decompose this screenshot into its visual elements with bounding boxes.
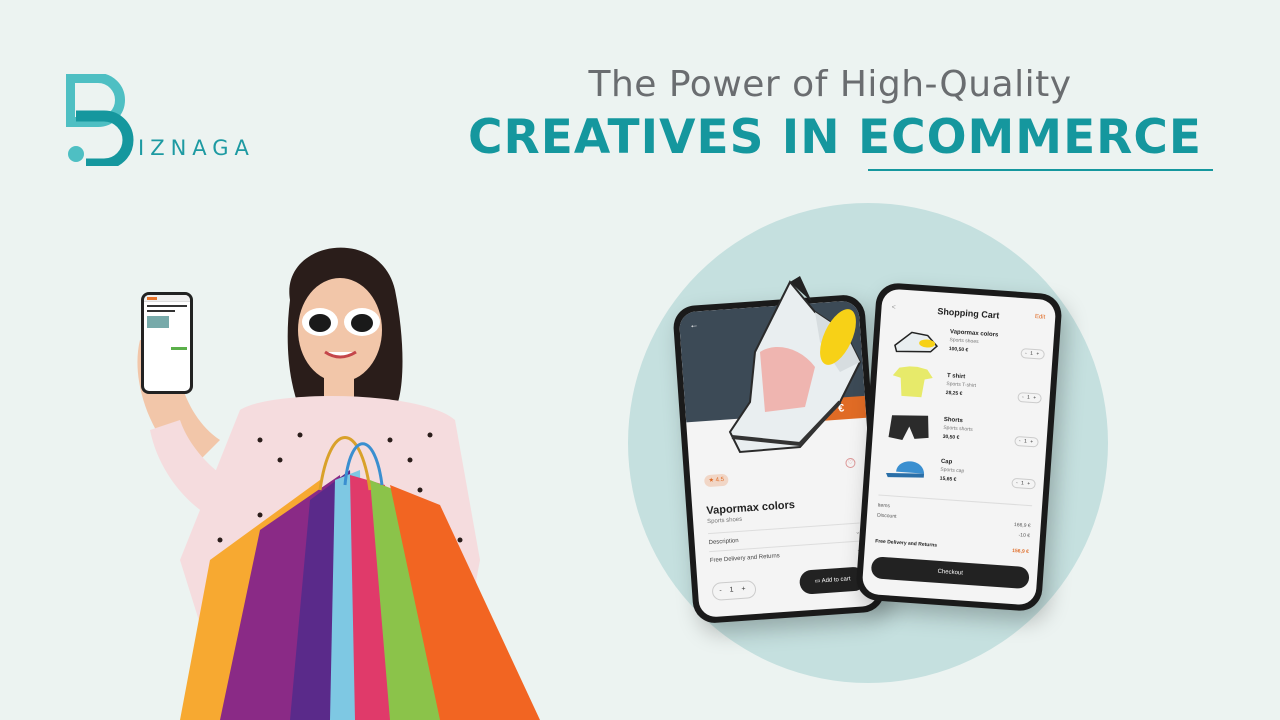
free-delivery-label: Free Delivery and Returns [875,538,938,549]
handheld-phone [141,292,193,394]
sneaker-image [728,276,862,454]
brand-logo: IZNAGA [66,74,266,166]
handheld-phone-text-line [147,310,175,312]
cart-item-image-shorts [888,415,929,441]
cart-title: Shopping Cart [937,306,1000,321]
total-value: 156,9 € [1011,547,1030,556]
handheld-phone-product-image [147,316,169,328]
summary-label: Items [877,502,891,510]
cart-item: Vapormax colors Sports shoes 100,50 € - … [947,329,1046,376]
handheld-phone-buy-button [171,347,187,350]
cart-phone: < Shopping Cart Edit Vapormax colors Spo… [855,281,1063,613]
quantity-stepper[interactable]: - 1 + [1020,348,1045,360]
edit-link[interactable]: Edit [1035,314,1046,321]
headline-subtitle: The Power of High-Quality [588,64,1072,105]
handheld-phone-header [144,295,190,302]
logo-wordmark: IZNAGA [138,136,255,160]
rating-value: 4.5 [715,476,725,484]
add-to-cart-label: Add to cart [821,576,851,585]
cart-item: Shorts Sports shorts 30,50 € - 1 + [941,417,1040,464]
logo-mark [66,74,134,166]
handheld-phone-text-line [147,305,187,307]
star-icon: ★ [708,477,715,484]
card-icon: ▭ [814,578,821,585]
quantity-stepper[interactable]: - 1 + [1011,477,1036,490]
cart-item-image-cap [886,461,925,478]
checkout-button[interactable]: Checkout [870,556,1030,590]
cart-item: T shirt Sports T-shirt 28,25 € - 1 + [944,373,1043,420]
summary-label: Discount [876,512,897,520]
free-delivery-row: Free Delivery and Returns 156,9 € [875,538,1029,555]
description-label: Description [708,538,739,547]
handheld-phone-screen [144,295,190,391]
product-subtitle: Sports shoes [707,516,743,526]
product-name: Vapormax colors [706,499,796,518]
arrow-left-icon[interactable]: ← [689,319,699,330]
summary-value: -10 € [1018,532,1031,540]
quantity-stepper[interactable]: - 1 + [1014,435,1039,448]
rating-badge: ★ 4.5 [703,473,729,488]
headline-underline [868,169,1213,171]
summary-value: 166,9 € [1013,522,1031,530]
quantity-stepper[interactable]: - 1 + [711,579,757,601]
cart-phone-screen: < Shopping Cart Edit Vapormax colors Spo… [861,288,1057,606]
quantity-stepper[interactable]: - 1 + [1017,391,1042,404]
delivery-label: Free Delivery and Returns [709,553,781,565]
cart-item-image-shoe [894,331,939,353]
cart-item: Cap Sports cap 15,65 € - 1 + [938,459,1037,506]
cart-item-image-tshirt [892,366,933,398]
headline-title: CREATIVES IN ECOMMERCE [468,110,1202,165]
